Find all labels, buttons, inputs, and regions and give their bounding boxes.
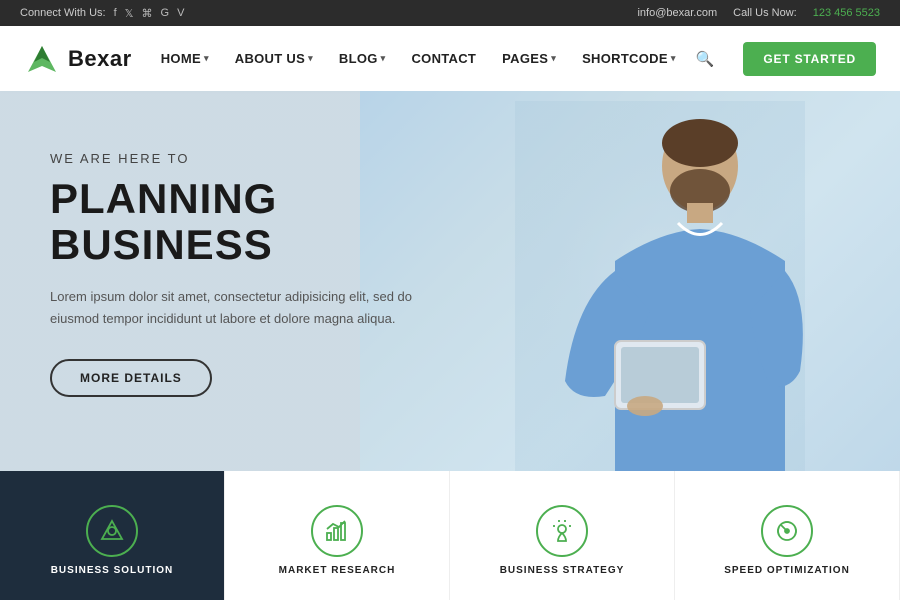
logo[interactable]: Bexar: [24, 44, 132, 74]
vimeo-icon[interactable]: V: [177, 7, 184, 20]
twitter-icon[interactable]: 𝕏: [125, 7, 134, 20]
hero-image: [500, 91, 820, 471]
logo-icon: [24, 44, 60, 74]
header: Bexar HOME ▾ ABOUT US ▾ BLOG ▾ CONTACT P…: [0, 26, 900, 91]
social-icons: f 𝕏 ⌘ G V: [114, 7, 185, 20]
speed-optimization-icon: [761, 505, 813, 557]
nav-home[interactable]: HOME ▾: [151, 45, 219, 72]
nav-shortcode-arrow: ▾: [671, 53, 676, 64]
market-research-icon: [311, 505, 363, 557]
nav-pages[interactable]: PAGES ▾: [492, 45, 566, 72]
business-solution-icon: [86, 505, 138, 557]
phone-number: 123 456 5523: [813, 7, 880, 19]
rss-icon[interactable]: ⌘: [142, 7, 153, 20]
more-details-button[interactable]: MORE DETAILS: [50, 359, 212, 397]
card-market-research[interactable]: MARKET RESEARCH: [225, 471, 450, 600]
hero-section: WE ARE HERE TO PLANNING BUSINESS Lorem i…: [0, 91, 900, 471]
card-business-strategy-label: BUSINESS STRATEGY: [500, 565, 625, 576]
call-label: Call Us Now:: [733, 7, 797, 19]
connect-label: Connect With Us:: [20, 7, 106, 19]
card-business-solution[interactable]: BUSINESS SOLUTION: [0, 471, 225, 600]
nav-contact[interactable]: CONTACT: [401, 45, 486, 72]
nav-blog-arrow: ▾: [381, 53, 386, 64]
nav-blog[interactable]: BLOG ▾: [329, 45, 396, 72]
card-business-strategy[interactable]: BUSINESS STRATEGY: [450, 471, 675, 600]
top-bar: Connect With Us: f 𝕏 ⌘ G V info@bexar.co…: [0, 0, 900, 26]
hero-description: Lorem ipsum dolor sit amet, consectetur …: [50, 286, 430, 330]
nav-about[interactable]: ABOUT US ▾: [225, 45, 323, 72]
nav-shortcode[interactable]: SHORTCODE ▾: [572, 45, 686, 72]
hero-content: WE ARE HERE TO PLANNING BUSINESS Lorem i…: [0, 91, 480, 457]
get-started-button[interactable]: GET STARTED: [743, 42, 876, 76]
nav-about-arrow: ▾: [308, 53, 313, 64]
card-speed-optimization[interactable]: SPEED OPTIMIZATION: [675, 471, 900, 600]
card-market-research-label: MARKET RESEARCH: [279, 565, 396, 576]
logo-text: Bexar: [68, 46, 132, 72]
email-address: info@bexar.com: [637, 7, 717, 19]
hero-subtitle: WE ARE HERE TO: [50, 151, 430, 166]
google-icon[interactable]: G: [161, 7, 170, 20]
nav-home-arrow: ▾: [204, 53, 209, 64]
search-icon[interactable]: 🔍: [696, 50, 715, 68]
facebook-icon[interactable]: f: [114, 7, 117, 20]
card-speed-optimization-label: SPEED OPTIMIZATION: [724, 565, 850, 576]
nav-pages-arrow: ▾: [551, 53, 556, 64]
top-bar-left: Connect With Us: f 𝕏 ⌘ G V: [20, 7, 184, 20]
business-strategy-icon: [536, 505, 588, 557]
cards-section: BUSINESS SOLUTION MARKET RESEARCH BUSINE…: [0, 471, 900, 600]
main-nav: HOME ▾ ABOUT US ▾ BLOG ▾ CONTACT PAGES ▾…: [151, 45, 715, 72]
hero-title: PLANNING BUSINESS: [50, 176, 430, 268]
top-bar-right: info@bexar.com Call Us Now: 123 456 5523: [637, 7, 880, 19]
card-business-solution-label: BUSINESS SOLUTION: [51, 565, 174, 576]
